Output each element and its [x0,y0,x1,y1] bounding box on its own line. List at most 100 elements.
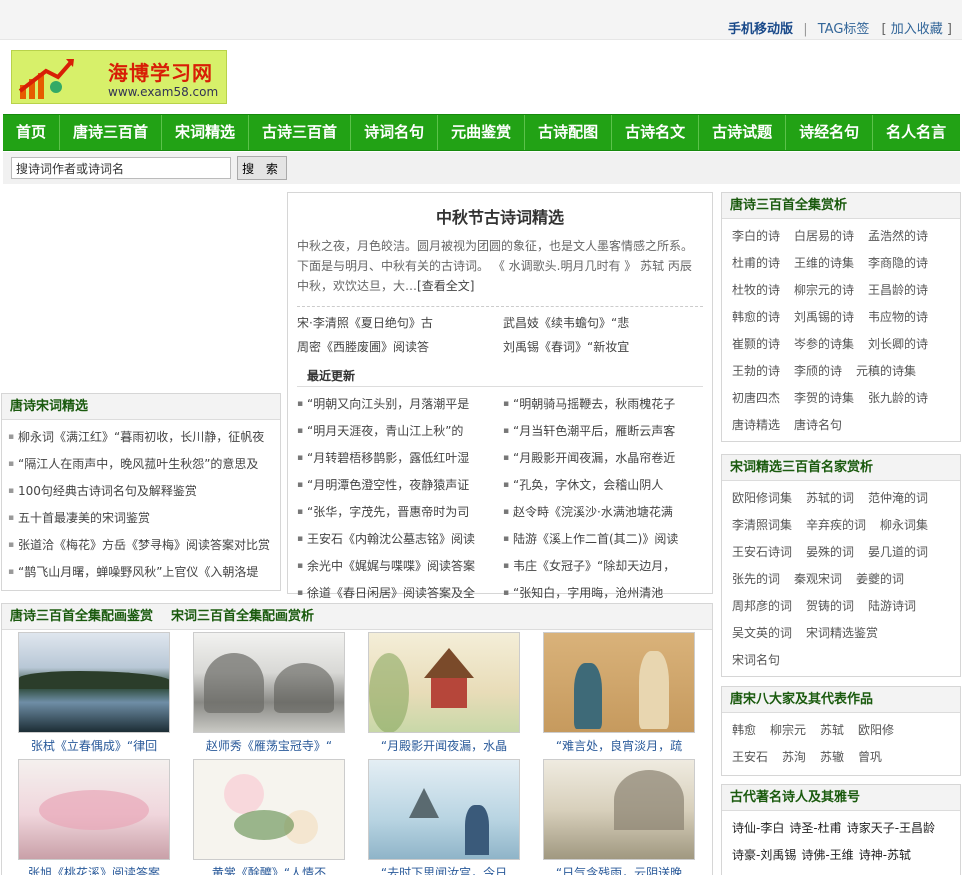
boat-river-image[interactable] [368,759,520,860]
list-item[interactable]: 陆游《溪上作二首(其二)》阅读 [503,526,705,553]
author-link[interactable]: 贺铸的词 [806,593,854,620]
palace-pavilion-image[interactable] [368,632,520,733]
author-link[interactable]: 诗家天子-王昌龄 [847,815,935,842]
author-link[interactable]: 晏殊的词 [806,539,854,566]
author-link[interactable]: 苏轼的词 [806,485,854,512]
list-item[interactable]: “月明潭色澄空性，夜静猿声证 [297,472,499,499]
list-item[interactable]: “明朝骑马摇鞭去，秋雨槐花子 [503,391,705,418]
gallery-caption[interactable]: “日气含残雨，云阴送晚 [543,860,695,875]
gallery-item[interactable]: “月殿影开闻夜漏，水晶 [368,632,520,759]
author-link[interactable]: 苏洵 [782,744,806,771]
author-link[interactable]: 诗圣-杜甫 [789,815,841,842]
list-item[interactable]: 100句经典古诗词名句及解释鉴赏 [8,478,274,505]
gallery-caption[interactable]: “去时下思闻汝宫，今日 [368,860,520,875]
list-item[interactable]: 余光中《娓娓与喋喋》阅读答案 [297,553,499,580]
list-item[interactable]: 张道洽《梅花》方岳《梦寻梅》阅读答案对比赏 [8,532,274,559]
list-item[interactable]: 柳永词《满江红》“暮雨初收，长川静，征帆夜 [8,424,274,451]
nav-mingju[interactable]: 诗词名句 [351,115,439,150]
author-link[interactable]: 诗佛-王维 [801,842,853,869]
author-link[interactable]: 刘禹锡的诗 [794,304,854,331]
landscape-lake-image[interactable] [18,632,170,733]
nav-mingwen[interactable]: 古诗名文 [612,115,700,150]
author-link[interactable]: 诗神-苏轼 [859,842,911,869]
gallery-item[interactable]: 张旭《桃花溪》阅读答案 [18,759,170,875]
list-item[interactable]: “月转碧梧移鹊影，露低红叶湿 [297,445,499,472]
list-item[interactable]: 王安石《内翰沈公墓志铭》阅读 [297,526,499,553]
read-more-link[interactable]: [查看全文] [417,279,474,293]
gallery-item[interactable]: “日气含残雨，云阴送晚 [543,759,695,875]
author-link[interactable]: 张九龄的诗 [868,385,928,412]
list-item[interactable]: 五十首最凄美的宋词鉴赏 [8,505,274,532]
author-link[interactable]: 韩愈 [732,717,756,744]
author-link[interactable]: 唐诗精选 [732,412,780,439]
author-link[interactable]: 欧阳修词集 [732,485,792,512]
list-item[interactable]: 武昌妓《续韦蟾句》“悲 [503,311,705,335]
author-link[interactable]: 周邦彦的词 [732,593,792,620]
featured-title[interactable]: 中秋节古诗词精选 [288,204,712,228]
author-link[interactable]: 白居易的诗 [794,223,854,250]
ink-mountain-image[interactable] [193,632,345,733]
author-link[interactable]: 岑参的诗集 [794,331,854,358]
nav-tang300[interactable]: 唐诗三百首 [60,115,163,150]
gallery-title-song[interactable]: 宋词三百首全集配画赏析 [171,609,314,624]
author-link[interactable]: 吴文英的词 [732,620,792,647]
author-link[interactable]: 刘长卿的诗 [868,331,928,358]
gallery-caption[interactable]: “月殿影开闻夜漏，水晶 [368,733,520,759]
gallery-item[interactable]: 张栻《立春偶成》“律回 [18,632,170,759]
author-link[interactable]: 李贺的诗集 [794,385,854,412]
author-link[interactable]: 柳宗元 [770,717,806,744]
author-link[interactable]: 李颀的诗 [794,358,842,385]
author-link[interactable]: 王维的诗集 [794,250,854,277]
list-item[interactable]: “月当轩色潮平后，雁断云声客 [503,418,705,445]
author-link[interactable]: 杜甫的诗 [732,250,780,277]
list-item[interactable]: “明月天涯夜，青山江上秋”的 [297,418,499,445]
nav-gushi300[interactable]: 古诗三百首 [249,115,352,150]
author-link[interactable]: 王安石诗词 [732,539,792,566]
author-link[interactable]: 元稹的诗集 [856,358,916,385]
nav-songci[interactable]: 宋词精选 [162,115,250,150]
author-link[interactable]: 孟浩然的诗 [868,223,928,250]
gallery-item[interactable]: 赵师秀《雁荡宝冠寺》“ [193,632,345,759]
author-link[interactable]: 初唐四杰 [732,385,780,412]
author-link[interactable]: 苏轼 [820,717,844,744]
author-link[interactable]: 欧阳修 [858,717,894,744]
gallery-item[interactable]: 黄裳《酴醾》“人情不 [193,759,345,875]
nav-yuanqu[interactable]: 元曲鉴赏 [438,115,526,150]
nav-shijing[interactable]: 诗经名句 [786,115,874,150]
list-item[interactable]: 周密《西塍废圃》阅读答 [297,335,499,359]
author-link[interactable]: 诗仙-李白 [732,815,784,842]
list-item[interactable]: 赵令畤《浣溪沙·水满池塘花满 [503,499,705,526]
author-link[interactable]: 崔颢的诗 [732,331,780,358]
list-item[interactable]: 韦庄《女冠子》“除却天边月， [503,553,705,580]
author-link[interactable]: 陆游诗词 [868,593,916,620]
nav-mingyan[interactable]: 名人名言 [873,115,959,150]
list-item[interactable]: “鹊飞山月曙，蝉噪野风秋”上官仪《入朝洛堤 [8,559,274,586]
author-link[interactable]: 辛弃疾的词 [806,512,866,539]
author-link[interactable]: 李白的诗 [732,223,780,250]
author-link[interactable]: 张先的词 [732,566,780,593]
author-link[interactable]: 宋词精选鉴赏 [806,620,878,647]
site-logo[interactable]: 海博学习网 www.exam58.com [11,50,227,104]
ladies-painting-image[interactable] [543,632,695,733]
list-item[interactable]: “月殿影开闻夜漏，水晶帘卷近 [503,445,705,472]
list-item[interactable]: 宋·李清照《夏日绝句》古 [297,311,499,335]
mountain-village-image[interactable] [543,759,695,860]
author-link[interactable]: 柳永词集 [880,512,928,539]
gallery-caption[interactable]: 张旭《桃花溪》阅读答案 [18,860,170,875]
mobile-version-link[interactable]: 手机移动版 [728,22,793,37]
author-link[interactable]: 姜夔的词 [856,566,904,593]
author-link[interactable]: 杜牧的诗 [732,277,780,304]
search-input[interactable] [11,157,231,179]
list-item[interactable]: “明朝又向江头别，月落潮平是 [297,391,499,418]
nav-home[interactable]: 首页 [3,115,61,150]
gallery-item[interactable]: “难言处，良宵淡月，疏 [543,632,695,759]
peach-blossom-image[interactable] [18,759,170,860]
gallery-caption[interactable]: 黄裳《酴醾》“人情不 [193,860,345,875]
tag-link[interactable]: TAG标签 [818,22,870,37]
author-link[interactable]: 晏几道的词 [868,539,928,566]
author-link[interactable]: 宋词名句 [732,647,780,674]
gallery-caption[interactable]: 张栻《立春偶成》“律回 [18,733,170,759]
nav-shiti[interactable]: 古诗试题 [699,115,787,150]
author-link[interactable]: 唐诗名句 [794,412,842,439]
author-link[interactable]: 柳宗元的诗 [794,277,854,304]
